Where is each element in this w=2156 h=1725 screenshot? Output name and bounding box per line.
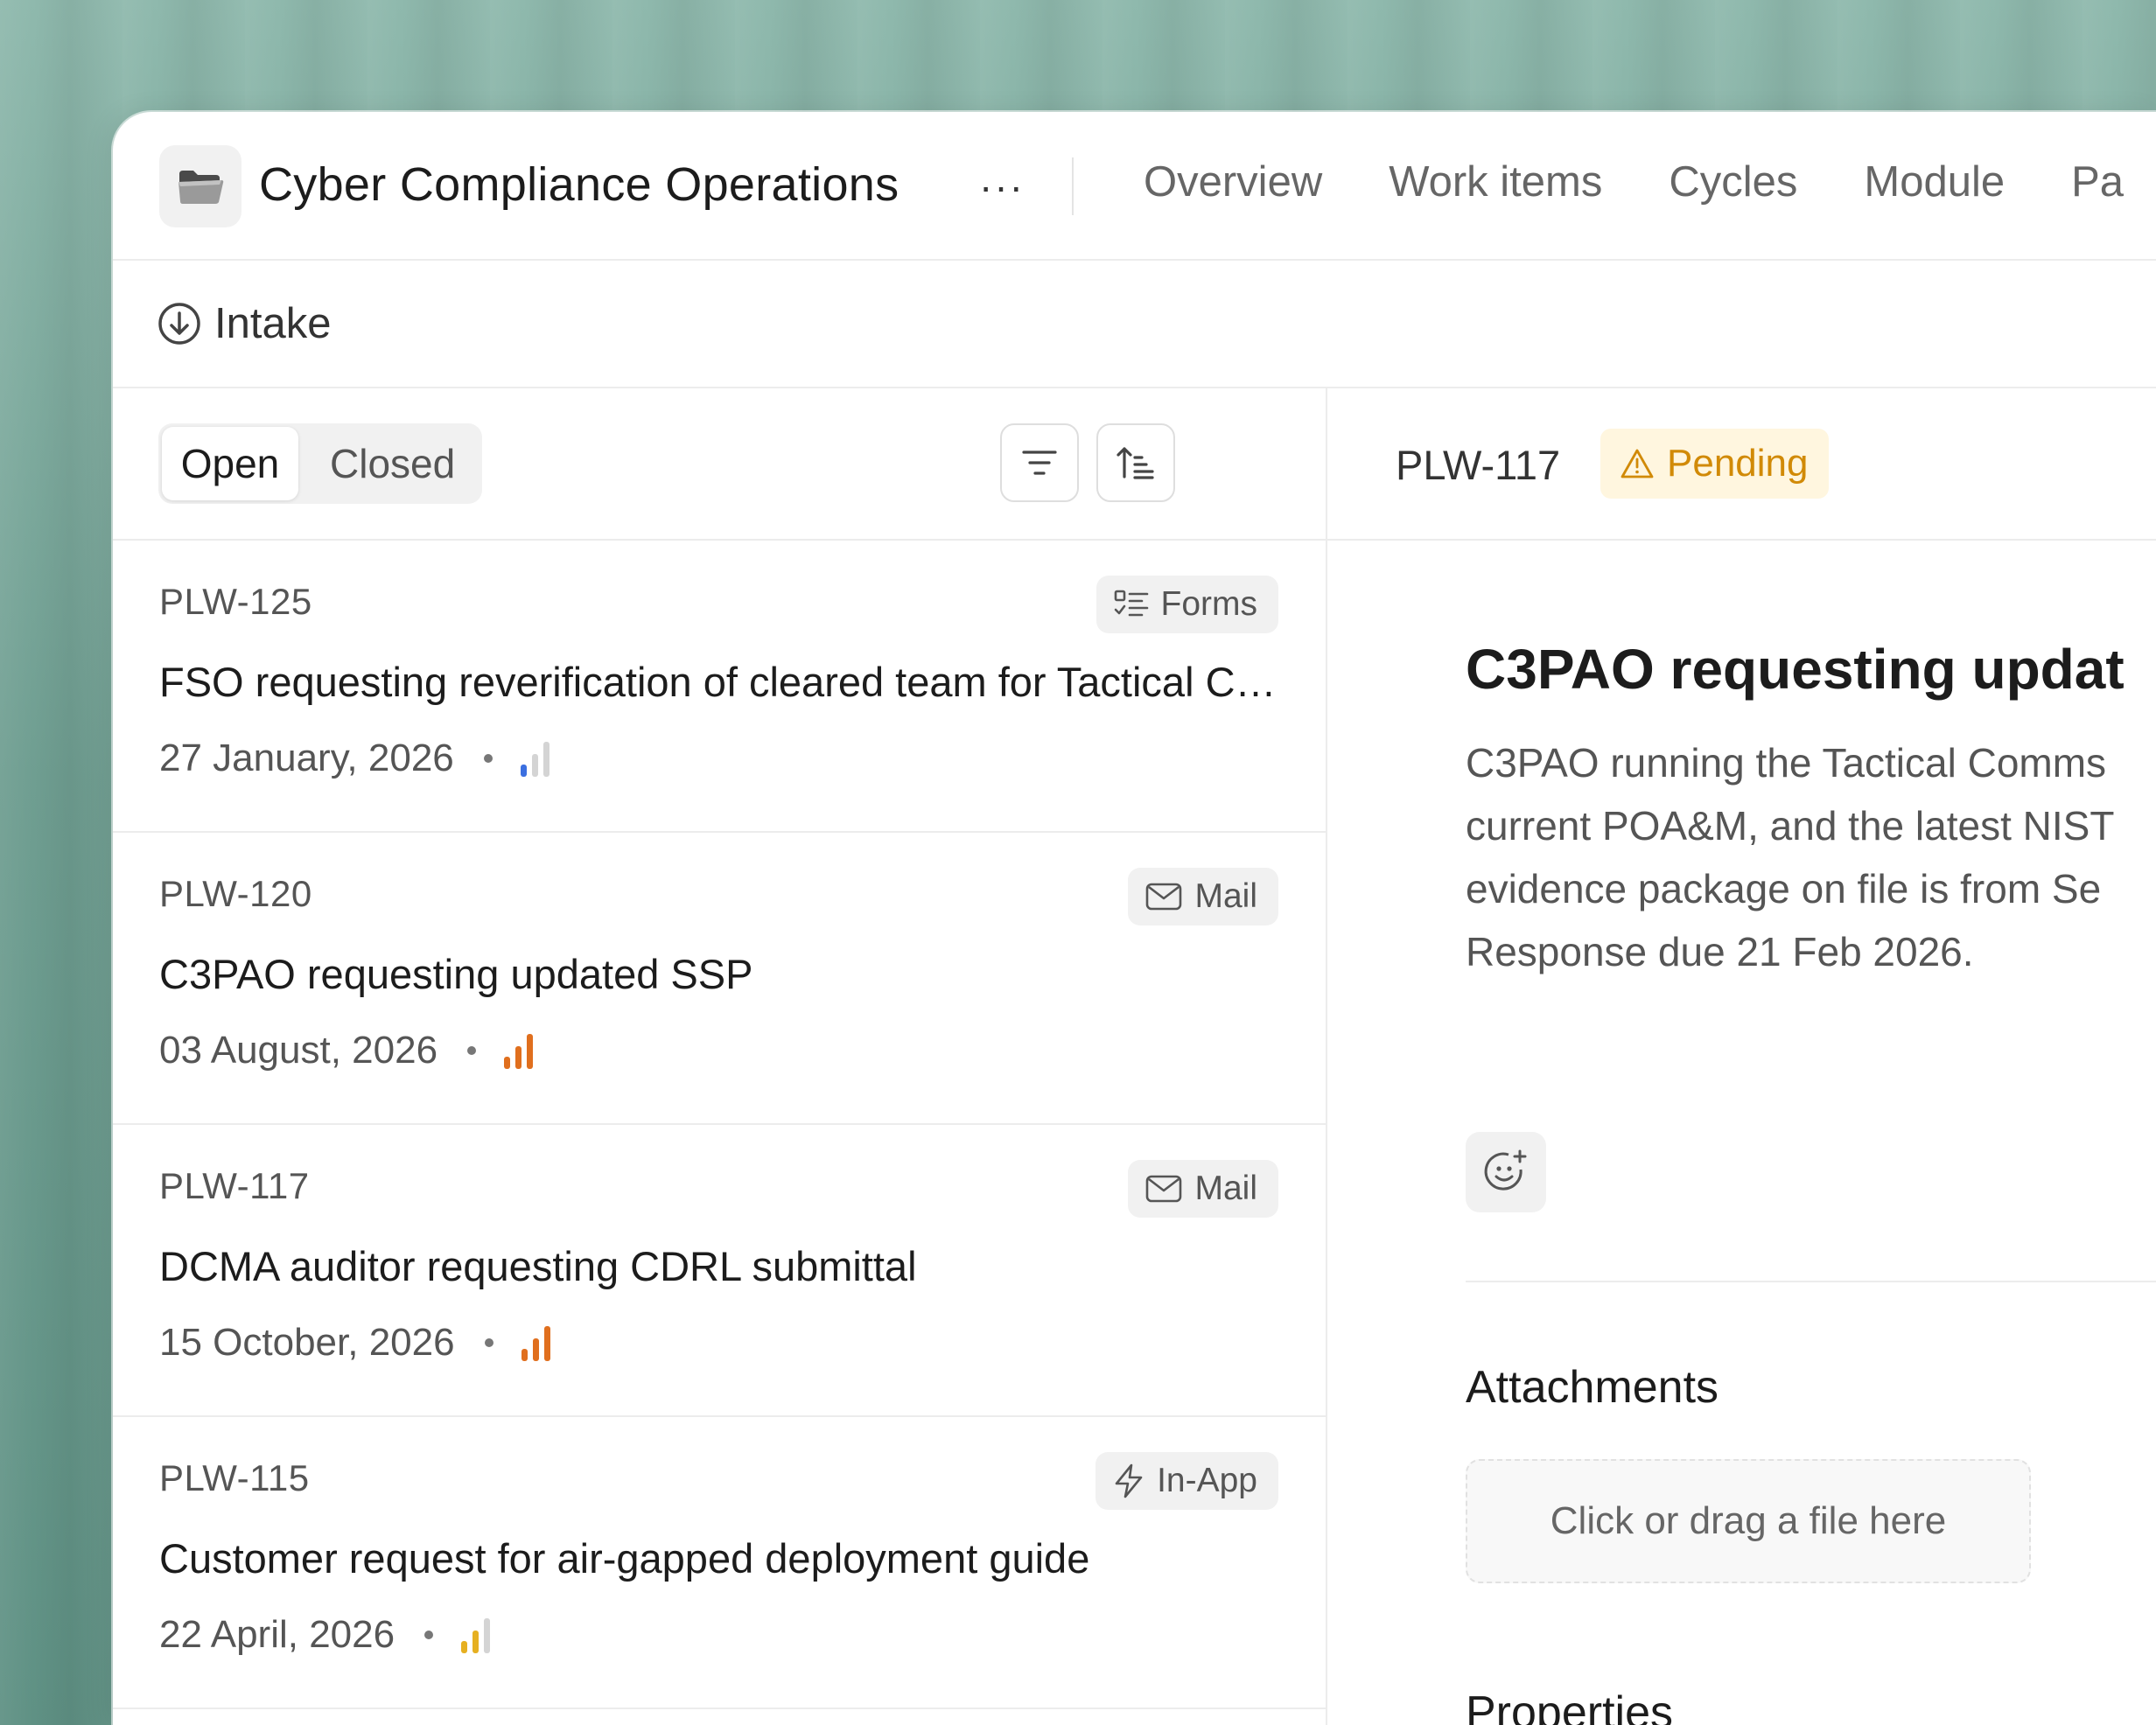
folder-icon[interactable]: [159, 145, 242, 227]
page-header: Intake: [113, 261, 2156, 388]
project-title[interactable]: Cyber Compliance Operations: [259, 157, 899, 212]
source-badge: In-App: [1096, 1452, 1278, 1510]
item-id: PLW-117: [159, 1165, 310, 1206]
item-meta: 22 April, 2026: [159, 1613, 491, 1657]
source-label: Mail: [1194, 877, 1257, 915]
source-label: Forms: [1160, 585, 1258, 623]
item-date: 27 January, 2026: [159, 737, 454, 779]
intake-list-panel: Open Closed PLW-125 Forms FSO requesting…: [113, 388, 1327, 1725]
source-label: Mail: [1194, 1170, 1257, 1207]
item-title: Customer request for air-gapped deployme…: [159, 1535, 1090, 1582]
detail-panel: PLW-117 Pending C3PAO requesting updat C…: [1327, 388, 2156, 1725]
section-divider: [1466, 1281, 2156, 1282]
project-nav: Overview Work items Cycles Module Pa: [1144, 157, 2156, 206]
list-item[interactable]: PLW-117 Mail DCMA auditor requesting CDR…: [113, 1125, 1326, 1417]
filter-icon: [1022, 450, 1057, 475]
description-line: C3PAO running the Tactical Comms: [1466, 740, 2107, 786]
list-toolbar: Open Closed: [113, 388, 1326, 541]
description-line: current POA&M, and the latest NIST: [1466, 803, 2115, 849]
item-id: PLW-120: [159, 873, 312, 914]
attachments-heading: Attachments: [1466, 1362, 1719, 1413]
lightning-icon: [1115, 1463, 1143, 1498]
header-divider: [1072, 157, 1074, 215]
tab-overview[interactable]: Overview: [1144, 157, 1322, 206]
detail-header: PLW-117 Pending: [1327, 388, 2156, 541]
item-date: 22 April, 2026: [159, 1613, 396, 1656]
source-badge: Mail: [1128, 1160, 1278, 1218]
segment-closed[interactable]: Closed: [330, 427, 455, 500]
source-label: In-App: [1157, 1462, 1257, 1499]
warning-icon: [1620, 449, 1654, 478]
status-segmented-control: Open Closed: [158, 423, 482, 504]
status-badge[interactable]: Pending: [1600, 429, 1830, 499]
item-date: 03 August, 2026: [159, 1029, 438, 1072]
priority-low-icon: [520, 740, 550, 777]
item-id: PLW-125: [159, 581, 312, 622]
list-item[interactable]: PLW-120 Mail C3PAO requesting updated SS…: [113, 833, 1326, 1125]
more-options-icon[interactable]: ···: [979, 147, 1025, 226]
item-date: 15 October, 2026: [159, 1321, 455, 1364]
mail-icon: [1146, 883, 1182, 911]
source-badge: Mail: [1128, 868, 1278, 925]
tab-cycles[interactable]: Cycles: [1669, 157, 1797, 206]
list-item[interactable]: PLW-115 In-App Customer request for air-…: [113, 1417, 1326, 1709]
properties-heading: Properties: [1466, 1687, 1673, 1725]
description-line: evidence package on file is from Se: [1466, 866, 2102, 911]
project-header: Cyber Compliance Operations ··· Overview…: [113, 112, 2156, 261]
item-meta: 03 August, 2026: [159, 1029, 534, 1072]
separator-dot: [483, 754, 493, 763]
list-item[interactable]: PLW-125 Forms FSO requesting reverificat…: [113, 541, 1326, 833]
item-title: DCMA auditor requesting CDRL submittal: [159, 1243, 917, 1289]
app-window: Cyber Compliance Operations ··· Overview…: [113, 112, 2156, 1725]
tab-work-items[interactable]: Work items: [1389, 157, 1602, 206]
intake-arrow-icon: [158, 303, 200, 345]
item-meta: 27 January, 2026: [159, 737, 550, 780]
separator-dot: [484, 1338, 494, 1347]
detail-description[interactable]: C3PAO running the Tactical Comms current…: [1466, 731, 2156, 983]
status-label: Pending: [1667, 442, 1809, 485]
dropzone-label: Click or drag a file here: [1550, 1499, 1947, 1542]
separator-dot: [424, 1631, 434, 1639]
detail-title[interactable]: C3PAO requesting updat: [1466, 637, 2124, 702]
filter-button[interactable]: [1000, 423, 1079, 502]
mail-icon: [1146, 1175, 1182, 1203]
detail-id: PLW-117: [1396, 442, 1561, 488]
segment-open[interactable]: Open: [162, 427, 298, 500]
description-line: Response due 21 Feb 2026.: [1466, 929, 1974, 974]
attachment-dropzone[interactable]: Click or drag a file here: [1466, 1459, 2031, 1583]
sort-ascending-icon: [1116, 447, 1154, 479]
item-id: PLW-115: [159, 1457, 310, 1498]
sort-button[interactable]: [1096, 423, 1175, 502]
priority-high-icon: [504, 1032, 534, 1069]
forms-icon: [1114, 590, 1148, 617]
item-meta: 15 October, 2026: [159, 1321, 550, 1365]
page-title: Intake: [214, 300, 332, 347]
add-emoji-icon: [1484, 1149, 1527, 1191]
separator-dot: [467, 1046, 477, 1055]
tab-module[interactable]: Module: [1864, 157, 2005, 206]
tab-pages[interactable]: Pa: [2071, 157, 2124, 206]
priority-high-icon: [521, 1324, 550, 1361]
source-badge: Forms: [1096, 576, 1278, 633]
priority-medium-icon: [461, 1617, 491, 1653]
item-title: FSO requesting reverification of cleared…: [159, 659, 1288, 705]
add-reaction-button[interactable]: [1466, 1132, 1546, 1212]
item-title: C3PAO requesting updated SSP: [159, 951, 753, 997]
